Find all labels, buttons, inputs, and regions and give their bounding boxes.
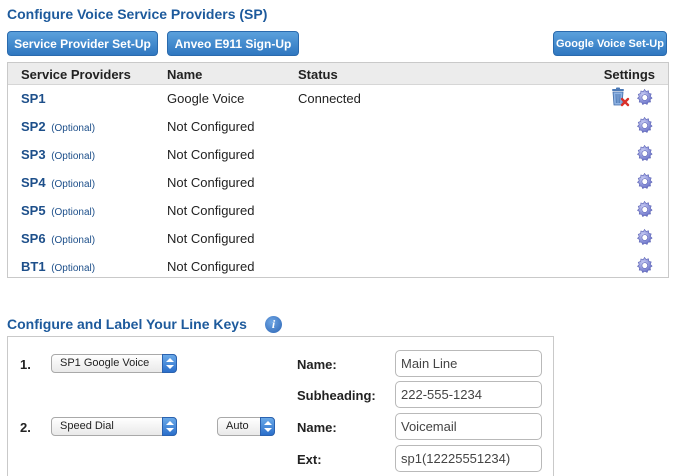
info-icon[interactable]: i <box>265 316 282 333</box>
sp-provider-name: Not Configured <box>167 147 255 162</box>
sp-id-label: SP2 <box>21 119 46 134</box>
optional-label: (Optional) <box>51 179 96 190</box>
sp-provider-name: Not Configured <box>167 119 255 134</box>
table-row: SP6 (Optional) Not Configured <box>8 225 668 253</box>
optional-label: (Optional) <box>51 207 96 218</box>
sp-id: SP6 (Optional) <box>21 231 95 246</box>
sp-provider-name: Not Configured <box>167 231 255 246</box>
sp-id: SP3 (Optional) <box>21 147 95 162</box>
gear-icon[interactable] <box>635 116 654 135</box>
line-key-number-2: 2. <box>20 420 31 435</box>
line-key-2-ext-label: Ext: <box>297 452 322 467</box>
line-key-1-name-input[interactable] <box>395 350 542 377</box>
gear-icon[interactable] <box>635 228 654 247</box>
table-row: SP4 (Optional) Not Configured <box>8 169 668 197</box>
line-key-2-select-value: Speed Dial <box>60 420 114 432</box>
sp-id-label: SP5 <box>21 203 46 218</box>
line-key-number-1: 1. <box>20 357 31 372</box>
sp-provider-name: Google Voice <box>167 91 245 106</box>
service-providers-table: Service Providers Name Status Settings S… <box>7 62 669 278</box>
table-header: Service Providers Name Status Settings <box>8 63 668 85</box>
line-key-2-mode-value: Auto <box>226 420 249 432</box>
gear-icon[interactable] <box>635 144 654 163</box>
anveo-e911-signup-button[interactable]: Anveo E911 Sign-Up <box>167 31 299 56</box>
sp-id: BT1 (Optional) <box>21 259 95 274</box>
column-header-status: Status <box>298 67 338 82</box>
chevron-updown-icon <box>260 417 275 436</box>
optional-label: (Optional) <box>51 263 96 274</box>
sp-id-label: BT1 <box>21 259 46 274</box>
column-header-settings: Settings <box>603 67 655 82</box>
line-key-2-mode-select[interactable]: Auto <box>217 417 275 436</box>
column-header-name: Name <box>167 67 203 82</box>
gear-icon[interactable] <box>635 88 654 107</box>
table-row: SP5 (Optional) Not Configured <box>8 197 668 225</box>
line-key-2-ext-input[interactable] <box>395 445 542 472</box>
sp-id: SP5 (Optional) <box>21 203 95 218</box>
optional-label: (Optional) <box>51 151 96 162</box>
sp-id-label: SP6 <box>21 231 46 246</box>
line-key-1-subheading-input[interactable] <box>395 381 542 408</box>
table-row: BT1 (Optional) Not Configured <box>8 253 668 281</box>
google-voice-setup-button[interactable]: Google Voice Set-Up <box>553 31 667 56</box>
optional-label: (Optional) <box>51 123 96 134</box>
trash-delete-icon[interactable] <box>610 87 630 111</box>
line-key-1-select-value: SP1 Google Voice <box>60 357 150 369</box>
table-row: SP2 (Optional) Not Configured <box>8 113 668 141</box>
service-provider-setup-button[interactable]: Service Provider Set-Up <box>7 31 158 56</box>
sp-status: Connected <box>298 91 361 106</box>
chevron-updown-icon <box>162 417 177 436</box>
sp-provider-name: Not Configured <box>167 259 255 274</box>
sp-id: SP2 (Optional) <box>21 119 95 134</box>
sp-section-title: Configure Voice Service Providers (SP) <box>7 6 268 22</box>
line-key-2-select[interactable]: Speed Dial <box>51 417 177 436</box>
line-keys-section-title: Configure and Label Your Line Keys <box>7 316 247 332</box>
line-key-2-name-input[interactable] <box>395 413 542 440</box>
sp-provider-name: Not Configured <box>167 175 255 190</box>
sp-provider-name: Not Configured <box>167 203 255 218</box>
gear-icon[interactable] <box>635 200 654 219</box>
sp-id-label: SP4 <box>21 175 46 190</box>
gear-icon[interactable] <box>635 256 654 275</box>
line-key-1-subheading-label: Subheading: <box>297 388 376 403</box>
table-row: SP1 Google Voice Connected <box>8 85 668 113</box>
optional-label: (Optional) <box>51 235 96 246</box>
line-key-1-select[interactable]: SP1 Google Voice <box>51 354 177 373</box>
table-row: SP3 (Optional) Not Configured <box>8 141 668 169</box>
line-keys-panel: 1. SP1 Google Voice Name: Subheading: 2.… <box>7 336 554 476</box>
sp-id-label: SP1 <box>21 91 46 106</box>
sp-id-label: SP3 <box>21 147 46 162</box>
line-key-2-name-label: Name: <box>297 420 337 435</box>
gear-icon[interactable] <box>635 172 654 191</box>
column-header-providers: Service Providers <box>21 67 131 82</box>
line-key-1-name-label: Name: <box>297 357 337 372</box>
sp-id: SP4 (Optional) <box>21 175 95 190</box>
sp-id: SP1 <box>21 91 48 106</box>
chevron-updown-icon <box>162 354 177 373</box>
